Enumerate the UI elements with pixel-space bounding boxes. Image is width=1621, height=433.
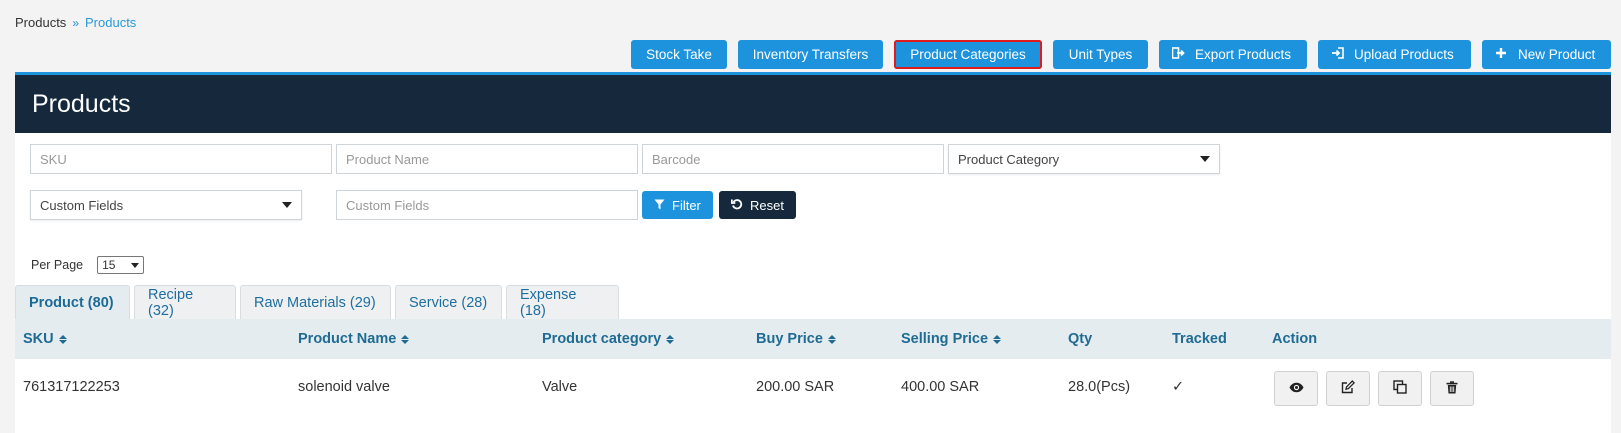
plus-icon (1494, 47, 1508, 62)
product-categories-label: Product Categories (910, 47, 1026, 62)
copy-icon (1393, 380, 1407, 397)
barcode-input[interactable] (652, 151, 934, 167)
column-product-name-label: Product Name (298, 331, 397, 347)
cell-sku: 761317122253 (23, 379, 120, 395)
sort-icon (827, 334, 836, 344)
column-selling-price[interactable]: Selling Price (901, 331, 1002, 347)
filter-label: Filter (672, 197, 701, 213)
chevron-down-icon (131, 262, 140, 268)
export-icon (1171, 47, 1185, 62)
stock-take-label: Stock Take (646, 47, 712, 62)
custom-fields-field[interactable] (336, 190, 638, 220)
duplicate-button[interactable] (1378, 371, 1422, 406)
column-sku[interactable]: SKU (23, 331, 67, 347)
new-product-label: New Product (1518, 47, 1596, 62)
column-selling-price-label: Selling Price (901, 331, 989, 347)
breadcrumb-current[interactable]: Products (85, 15, 136, 30)
product-name-input[interactable] (346, 151, 628, 167)
export-products-label: Export Products (1195, 47, 1292, 62)
sort-icon (993, 334, 1002, 344)
column-qty: Qty (1068, 331, 1093, 347)
sort-icon (401, 334, 410, 344)
column-product-category-label: Product category (542, 331, 662, 347)
column-buy-price[interactable]: Buy Price (756, 331, 836, 347)
breadcrumb-separator: » (72, 15, 79, 30)
product-name-field[interactable] (336, 144, 638, 174)
column-action: Action (1272, 331, 1318, 347)
edit-icon (1341, 380, 1356, 397)
tab-service[interactable]: Service (28) (395, 285, 502, 319)
table-row: 761317122253 solenoid valve Valve 200.00… (15, 359, 1611, 417)
table-header: SKU Product Name Product category Buy Pr… (15, 319, 1611, 359)
reset-icon (730, 198, 743, 213)
filter-icon (654, 198, 665, 213)
panel-header: Products (15, 75, 1611, 133)
column-product-name[interactable]: Product Name (298, 331, 410, 347)
sort-icon (666, 334, 675, 344)
breadcrumb-root[interactable]: Products (15, 15, 66, 30)
column-tracked: Tracked (1172, 331, 1227, 347)
unit-types-label: Unit Types (1068, 47, 1133, 62)
column-sku-label: SKU (23, 331, 54, 347)
panel-title: Products (32, 89, 131, 118)
product-type-tabs: Product (80) Recipe (32) Raw Materials (… (15, 285, 619, 319)
tab-recipe[interactable]: Recipe (32) (134, 285, 236, 319)
tab-product[interactable]: Product (80) (15, 285, 130, 319)
unit-types-button[interactable]: Unit Types (1053, 40, 1148, 69)
upload-icon (1330, 47, 1344, 62)
sort-icon (58, 334, 67, 344)
reset-button[interactable]: Reset (719, 191, 796, 219)
cell-qty: 28.0(Pcs) (1068, 379, 1131, 395)
eye-icon (1289, 381, 1304, 396)
per-page-value: 15 (102, 258, 116, 272)
upload-products-button[interactable]: Upload Products (1318, 40, 1471, 69)
tracked-check-icon: ✓ (1172, 379, 1185, 395)
sku-field[interactable] (30, 144, 332, 174)
stock-take-button[interactable]: Stock Take (631, 40, 727, 69)
per-page-label: Per Page (31, 258, 84, 272)
top-actions: Stock Take Inventory Transfers Product C… (631, 40, 1611, 69)
product-categories-button[interactable]: Product Categories (894, 40, 1042, 69)
barcode-field[interactable] (642, 144, 944, 174)
column-buy-price-label: Buy Price (756, 331, 823, 347)
per-page-select[interactable]: 15 (97, 256, 145, 274)
cell-category: Valve (542, 379, 578, 395)
product-category-select[interactable]: Product Category (948, 144, 1220, 174)
breadcrumb: Products » Products (15, 15, 136, 30)
cell-buy-price: 200.00 SAR (756, 379, 835, 395)
chevron-down-icon (282, 202, 292, 208)
product-category-value: Product Category (958, 151, 1060, 167)
view-button[interactable] (1274, 371, 1318, 406)
edit-button[interactable] (1326, 371, 1370, 406)
per-page: Per Page 15 (31, 256, 145, 274)
reset-label: Reset (750, 197, 784, 213)
custom-fields-select[interactable]: Custom Fields (30, 190, 302, 220)
column-product-category[interactable]: Product category (542, 331, 675, 347)
tab-raw-materials[interactable]: Raw Materials (29) (240, 285, 391, 319)
export-products-button[interactable]: Export Products (1159, 40, 1307, 69)
trash-icon (1446, 380, 1458, 397)
inventory-transfers-label: Inventory Transfers (752, 47, 869, 62)
delete-button[interactable] (1430, 371, 1474, 406)
tab-expense[interactable]: Expense (18) (506, 285, 619, 319)
sku-input[interactable] (40, 151, 322, 167)
new-product-button[interactable]: New Product (1482, 40, 1611, 69)
upload-products-label: Upload Products (1354, 47, 1454, 62)
custom-fields-select-value: Custom Fields (40, 197, 124, 213)
cell-product-name: solenoid valve (298, 379, 390, 395)
custom-fields-input[interactable] (346, 197, 628, 213)
filter-button[interactable]: Filter (642, 191, 713, 219)
chevron-down-icon (1200, 156, 1210, 162)
inventory-transfers-button[interactable]: Inventory Transfers (738, 40, 883, 69)
cell-selling-price: 400.00 SAR (901, 379, 980, 395)
